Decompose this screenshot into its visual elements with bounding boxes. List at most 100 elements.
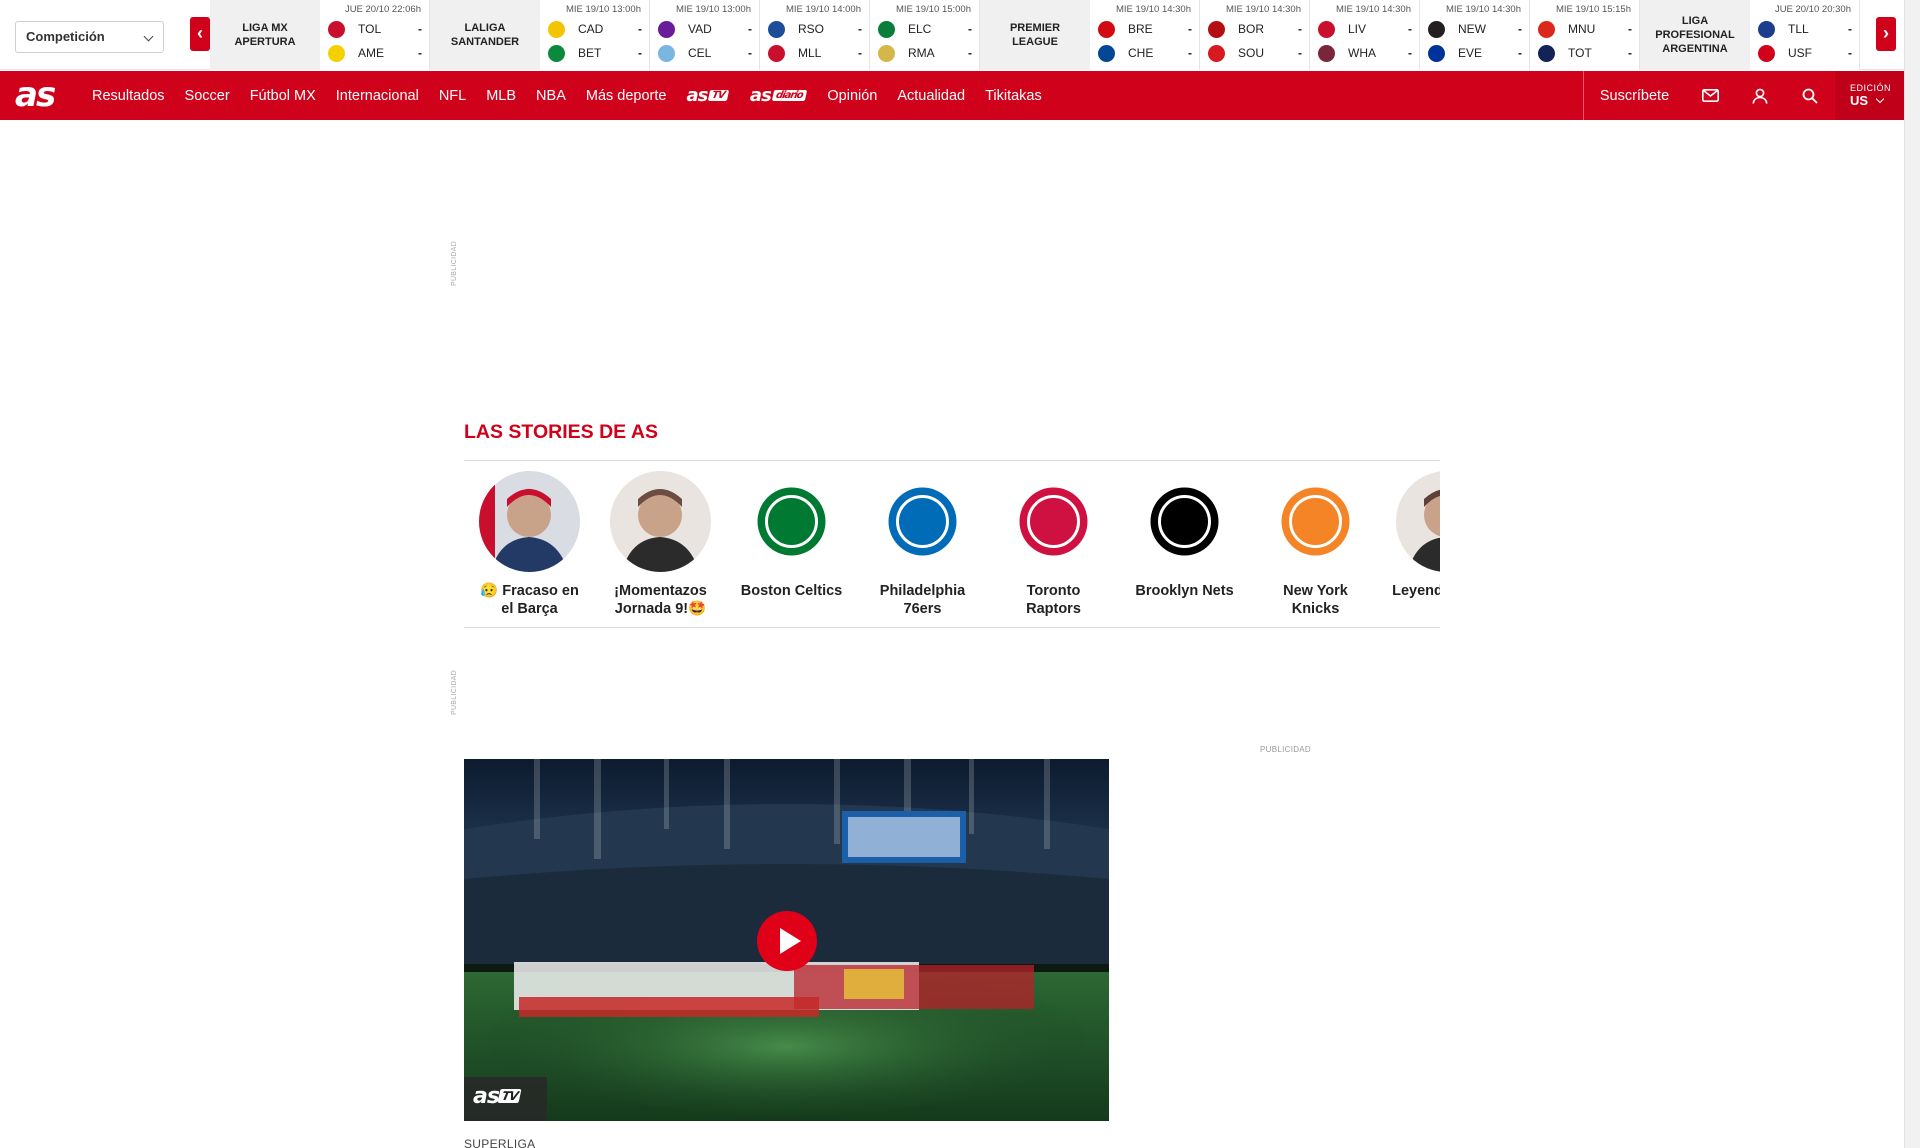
nav-link-actualidad[interactable]: Actualidad xyxy=(897,88,965,104)
nav-link-as-diario[interactable]: as diario xyxy=(750,85,807,106)
away-team: EVE - xyxy=(1428,43,1522,63)
match-card[interactable]: MIE 19/10 15:00h ELC - RMA - xyxy=(870,0,980,70)
away-team: BET - xyxy=(548,43,642,63)
away-team: USF - xyxy=(1758,43,1852,63)
chevron-down-icon xyxy=(1875,94,1884,104)
stories-row: 😥 Fracaso en el Barça ¡Momentazos Jornad… xyxy=(464,471,1440,618)
team-code: TLL xyxy=(1788,22,1809,36)
scores-list: Liga MX Apertura JUE 20/10 22:06h TOL - … xyxy=(210,0,1874,70)
away-team: WHA - xyxy=(1318,43,1412,63)
team-code: WHA xyxy=(1348,46,1376,60)
nav-link-soccer[interactable]: Soccer xyxy=(185,88,230,104)
match-time: MIE 19/10 14:30h xyxy=(1116,4,1191,15)
nav-link-tikitakas[interactable]: Tikitakas xyxy=(985,88,1042,104)
match-card[interactable]: MIE 19/10 13:00h VAD - CEL - xyxy=(650,0,760,70)
home-team: ELC - xyxy=(878,19,972,39)
astv-logo: as TV xyxy=(464,1077,547,1121)
page-scrollbar[interactable] xyxy=(1904,0,1920,1148)
match-time: MIE 19/10 14:30h xyxy=(1446,4,1521,15)
story-item[interactable]: New York Knicks xyxy=(1250,471,1381,618)
team-crest-icon xyxy=(1428,20,1445,38)
team-score: - xyxy=(968,22,972,36)
nav-link-as-tv[interactable]: as TV xyxy=(686,85,730,106)
story-item[interactable]: Toronto Raptors xyxy=(988,471,1119,618)
match-card[interactable]: JUE 20/10 22:06h TOL - AME - xyxy=(320,0,430,70)
team-score: - xyxy=(1408,22,1412,36)
featured-video[interactable]: as TV xyxy=(464,759,1109,1121)
story-item[interactable]: Philadelphia 76ers xyxy=(857,471,988,618)
raptors-logo-icon xyxy=(1003,471,1104,572)
edition-value: US xyxy=(1850,93,1904,108)
nav-link-mlb[interactable]: MLB xyxy=(486,88,516,104)
match-time: MIE 19/10 15:15h xyxy=(1556,4,1631,15)
story-title: New York Knicks xyxy=(1283,583,1348,617)
nav-link-internacional[interactable]: Internacional xyxy=(336,88,419,104)
scoreboard-bar: Competición ‹ Liga MX Apertura JUE 20/10… xyxy=(0,0,1904,70)
team-crest-icon xyxy=(548,20,565,38)
story-item[interactable]: ¡Momentazos Jornada 9!🤩 xyxy=(595,471,726,618)
team-crest-icon xyxy=(1318,20,1335,38)
team-score: - xyxy=(1848,22,1852,36)
team-code: BET xyxy=(578,46,602,60)
team-score: - xyxy=(858,46,862,60)
team-code: TOT xyxy=(1568,46,1592,60)
match-time: MIE 19/10 15:00h xyxy=(896,4,971,15)
match-card[interactable]: MIE 19/10 13:00h CAD - BET - xyxy=(540,0,650,70)
stories-title: LAS STORIES DE AS xyxy=(464,421,658,443)
story-item[interactable]: Boston Celtics xyxy=(726,471,857,618)
competition-label[interactable]: LaLiga Santander xyxy=(430,0,540,70)
home-team: VAD - xyxy=(658,19,752,39)
competition-label[interactable]: Liga Profesional Argentina xyxy=(1640,0,1750,70)
match-time: JUE 20/10 20:30h xyxy=(1774,4,1851,15)
competition-select[interactable]: Competición xyxy=(15,21,164,53)
team-crest-icon xyxy=(1538,44,1555,62)
76ers-logo-icon xyxy=(872,471,973,572)
ad-label: PUBLICIDAD xyxy=(451,670,458,716)
play-button[interactable] xyxy=(757,911,817,971)
team-code: AME xyxy=(358,46,385,60)
match-card[interactable]: MIE 19/10 15:15h MNU - TOT - xyxy=(1530,0,1640,70)
nav-link-fútbol-mx[interactable]: Fútbol MX xyxy=(250,88,316,104)
team-crest-icon xyxy=(1098,20,1115,38)
user-button[interactable] xyxy=(1735,71,1785,120)
match-card[interactable]: MIE 19/10 14:30h BRE - CHE - xyxy=(1090,0,1200,70)
team-code: RSO xyxy=(798,22,825,36)
match-card[interactable]: JUE 20/10 20:30h TLL - USF - xyxy=(1750,0,1860,70)
search-button[interactable] xyxy=(1785,71,1835,120)
nav-link-opinión[interactable]: Opinión xyxy=(827,88,877,104)
match-card[interactable]: MIE 19/10 14:00h RSO - MLL - xyxy=(760,0,870,70)
as-logo[interactable]: as xyxy=(15,75,56,115)
match-card[interactable]: MIE 19/10 14:30h LIV - WHA - xyxy=(1310,0,1420,70)
team-score: - xyxy=(858,22,862,36)
story-item[interactable]: 😥 Fracaso en el Barça xyxy=(464,471,595,618)
ad-label: PUBLICIDAD xyxy=(1260,745,1312,754)
story-item[interactable]: Brooklyn Nets xyxy=(1119,471,1250,618)
team-crest-icon xyxy=(1538,20,1555,38)
main-navbar: as Resultados Soccer Fútbol MX Internaciona… xyxy=(0,71,1904,120)
match-card[interactable]: MIE 19/10 14:30h BOR - SOU - xyxy=(1200,0,1310,70)
story-avatar xyxy=(479,471,580,572)
competition-select-value: Competición xyxy=(26,29,105,44)
story-item[interactable]: Leyenda mate a L xyxy=(1381,471,1440,618)
nav-link-nfl[interactable]: NFL xyxy=(439,88,466,104)
mail-button[interactable] xyxy=(1685,71,1735,120)
scores-prev-button[interactable]: ‹ xyxy=(190,17,210,51)
team-crest-icon xyxy=(1208,44,1225,62)
team-code: TOL xyxy=(358,22,382,36)
nav-link-más-deporte[interactable]: Más deporte xyxy=(586,88,667,104)
team-score: - xyxy=(1188,46,1192,60)
match-card[interactable]: MIE 19/10 14:30h NEW - EVE - xyxy=(1420,0,1530,70)
away-team: CHE - xyxy=(1098,43,1192,63)
team-score: - xyxy=(968,46,972,60)
nav-link-resultados[interactable]: Resultados xyxy=(92,88,165,104)
team-code: BRE xyxy=(1128,22,1153,36)
edition-selector[interactable]: EDICIÓN US xyxy=(1835,71,1904,120)
team-score: - xyxy=(418,22,422,36)
team-score: - xyxy=(1518,46,1522,60)
nav-link-nba[interactable]: NBA xyxy=(536,88,566,104)
competition-label[interactable]: Premier League xyxy=(980,0,1090,70)
competition-label[interactable]: Liga MX Apertura xyxy=(210,0,320,70)
scores-next-button[interactable]: › xyxy=(1876,17,1896,51)
team-crest-icon xyxy=(1318,44,1335,62)
subscribe-button[interactable]: Suscríbete xyxy=(1583,71,1685,120)
